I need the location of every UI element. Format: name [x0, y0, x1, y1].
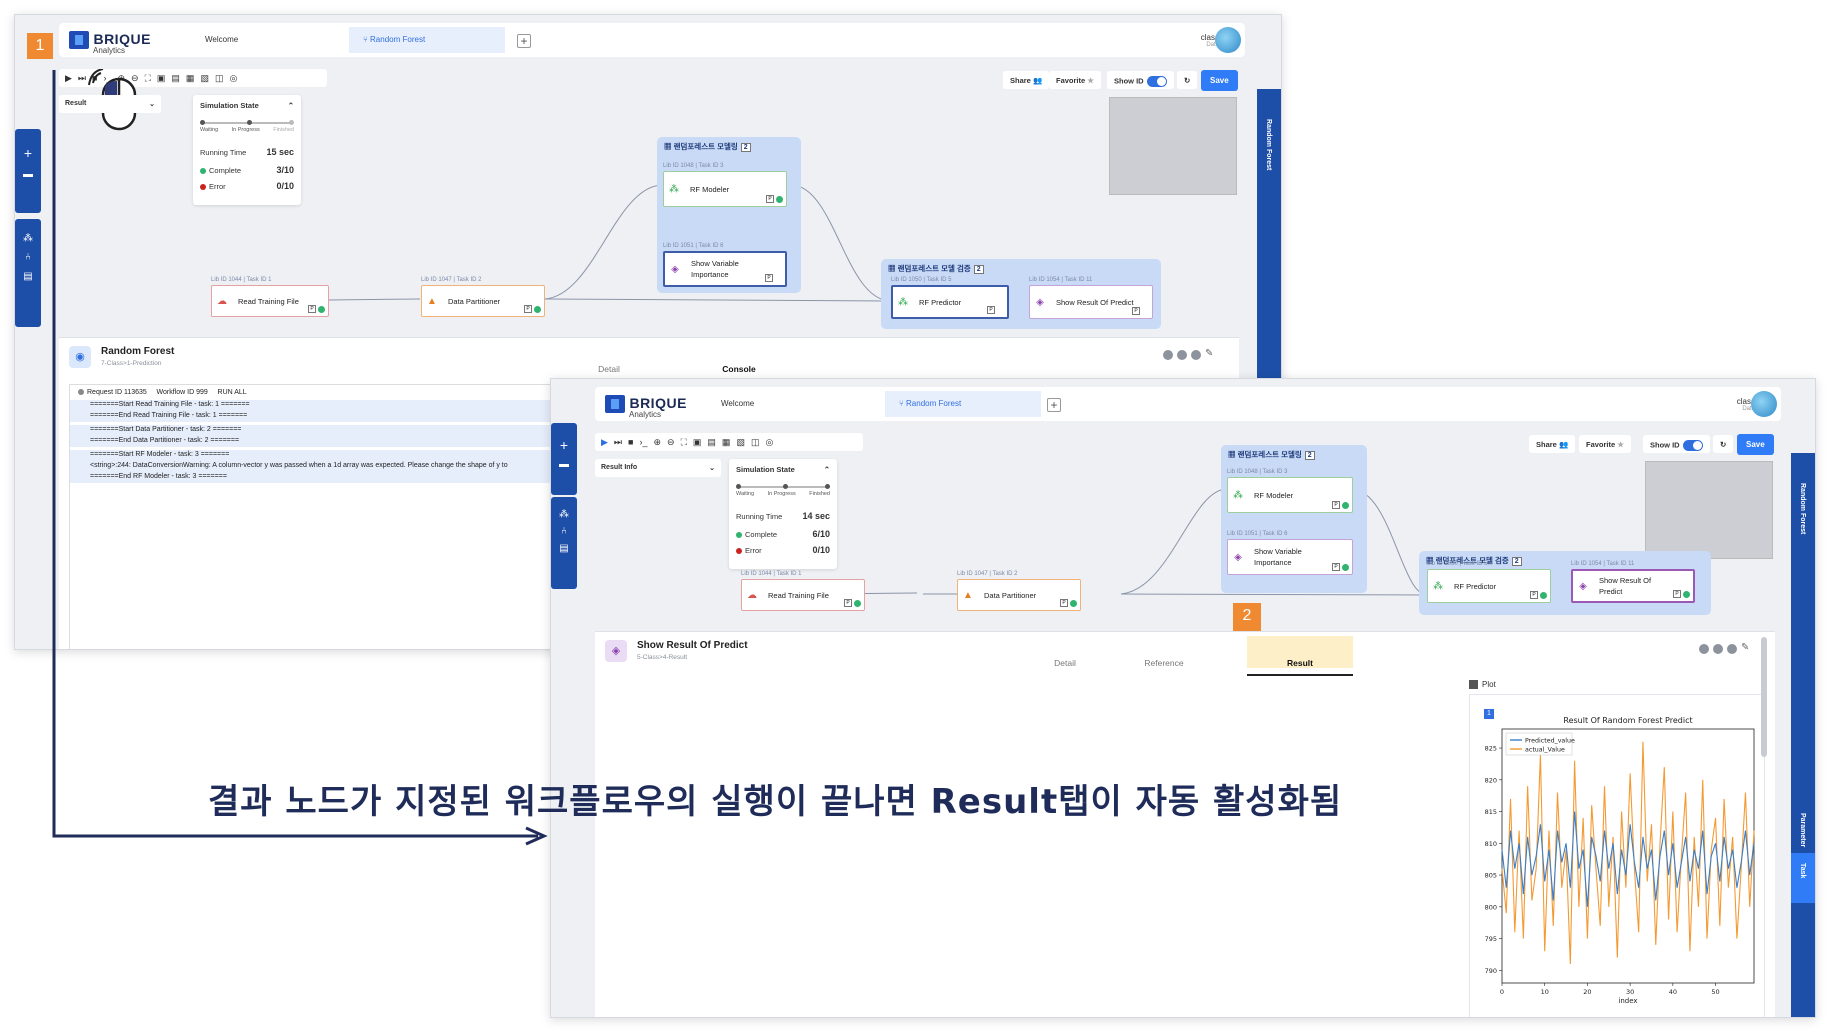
- caption-text: 결과 노드가 지정된 워크플로우의 실행이 끝나면 Result탭이 자동 활성…: [208, 782, 1343, 822]
- flow-arrow: [52, 70, 548, 846]
